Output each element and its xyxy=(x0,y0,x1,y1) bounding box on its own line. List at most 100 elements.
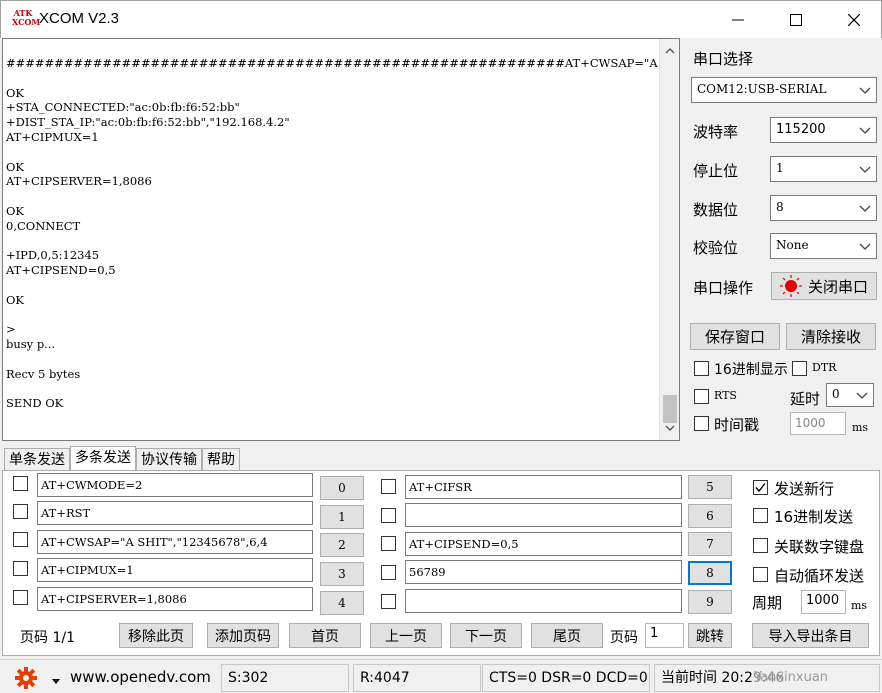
baud-value: 115200 xyxy=(776,122,826,137)
send-row-button[interactable]: 0 xyxy=(320,476,364,500)
prev-page-button[interactable]: 上一页 xyxy=(370,623,442,648)
receive-area[interactable]: ########################################… xyxy=(2,38,680,441)
scroll-up-icon[interactable] xyxy=(660,42,679,60)
row-checkbox[interactable] xyxy=(381,594,396,609)
maximize-button[interactable] xyxy=(767,1,825,39)
send-row-button[interactable]: 9 xyxy=(688,590,732,614)
hex-display-label: 16进制显示 xyxy=(714,362,788,378)
send-row-input[interactable]: AT+CIPSEND=0,5 xyxy=(405,532,682,556)
hex-send-checkbox[interactable] xyxy=(753,508,768,523)
row-checkbox[interactable] xyxy=(381,479,396,494)
row-checkbox[interactable] xyxy=(381,508,396,523)
rts-checkbox[interactable] xyxy=(694,389,709,404)
row-checkbox[interactable] xyxy=(13,590,28,605)
period-input[interactable]: 1000 xyxy=(801,590,846,614)
send-row-input[interactable]: AT+CIPMUX=1 xyxy=(37,558,313,582)
send-row-input[interactable]: AT+CIFSR xyxy=(405,475,682,499)
delay-select[interactable]: 0 xyxy=(826,383,874,407)
next-page-button[interactable]: 下一页 xyxy=(450,623,522,648)
send-row-button[interactable]: 7 xyxy=(688,532,732,556)
send-row-input[interactable]: AT+CIPSERVER=1,8086 xyxy=(37,587,313,611)
baud-label: 波特率 xyxy=(693,123,739,141)
chevron-down-icon xyxy=(859,166,871,173)
send-row-button[interactable]: 2 xyxy=(320,533,364,557)
row-checkbox[interactable] xyxy=(13,476,28,491)
row-checkbox[interactable] xyxy=(13,561,28,576)
send-row-input[interactable] xyxy=(405,589,682,613)
send-newline-checkbox[interactable] xyxy=(753,480,768,495)
title-bar: ATK XCOM XCOM V2.3 xyxy=(0,0,882,38)
last-page-button[interactable]: 尾页 xyxy=(531,623,603,648)
row-checkbox[interactable] xyxy=(13,504,28,519)
parity-select[interactable]: None xyxy=(770,233,877,259)
port-value: COM12:USB-SERIAL xyxy=(697,82,827,96)
save-window-button[interactable]: 保存窗口 xyxy=(690,323,780,350)
send-row-button[interactable]: 5 xyxy=(688,475,732,499)
tab-help[interactable]: 帮助 xyxy=(202,448,240,472)
port-select[interactable]: COM12:USB-SERIAL xyxy=(691,77,877,103)
stopbits-select[interactable]: 1 xyxy=(770,156,877,182)
send-row-input[interactable]: AT+CWSAP="A SHIT","12345678",6,4 xyxy=(37,530,313,554)
window-title: XCOM V2.3 xyxy=(39,10,120,27)
add-page-button[interactable]: 添加页码 xyxy=(207,623,279,648)
send-row-input[interactable]: AT+CWMODE=2 xyxy=(37,473,313,497)
clear-receive-button[interactable]: 清除接收 xyxy=(786,323,876,350)
receive-scrollbar[interactable] xyxy=(659,39,679,440)
stopbits-label: 停止位 xyxy=(693,162,739,180)
port-select-label: 串口选择 xyxy=(693,50,754,68)
chevron-down-icon xyxy=(859,205,871,212)
parity-label: 校验位 xyxy=(693,239,739,257)
send-row-input[interactable]: AT+RST xyxy=(37,501,313,525)
import-export-button[interactable]: 导入导出条目 xyxy=(752,623,869,648)
send-row-button[interactable]: 3 xyxy=(320,562,364,586)
first-page-button[interactable]: 首页 xyxy=(289,623,361,648)
led-icon xyxy=(779,275,802,297)
send-row-button[interactable]: 6 xyxy=(688,504,732,528)
page-input[interactable]: 1 xyxy=(645,623,684,648)
databits-select[interactable]: 8 xyxy=(770,195,877,221)
status-bar: www.openedv.com S:302 R:4047 CTS=0 DSR=0… xyxy=(0,659,882,693)
hex-display-checkbox[interactable] xyxy=(694,361,709,376)
dropdown-arrow-icon[interactable] xyxy=(52,672,60,688)
numpad-checkbox[interactable] xyxy=(753,538,768,553)
row-checkbox[interactable] xyxy=(381,565,396,580)
scroll-down-icon[interactable] xyxy=(660,419,679,437)
checkmark-icon xyxy=(755,483,766,493)
send-row-button[interactable]: 8 xyxy=(688,561,732,585)
row-checkbox[interactable] xyxy=(13,532,28,547)
maximize-icon xyxy=(790,14,802,26)
delay-label: 延时 xyxy=(790,390,821,408)
hex-send-label: 16进制发送 xyxy=(774,508,854,526)
timestamp-checkbox[interactable] xyxy=(694,416,709,431)
send-tabs: 单条发送 多条发送 协议传输 帮助 xyxy=(4,446,240,472)
app-logo: ATK XCOM xyxy=(12,8,41,27)
chevron-down-icon xyxy=(859,127,871,134)
receive-text: ########################################… xyxy=(6,56,679,411)
dtr-checkbox[interactable] xyxy=(792,361,807,376)
close-button[interactable] xyxy=(825,1,882,39)
tab-multi-send[interactable]: 多条发送 xyxy=(70,446,136,472)
jump-button[interactable]: 跳转 xyxy=(688,623,732,648)
sent-count: S:302 xyxy=(221,664,349,692)
received-count: R:4047 xyxy=(353,664,481,692)
remove-page-button[interactable]: 移除此页 xyxy=(119,623,193,648)
auto-loop-checkbox[interactable] xyxy=(753,567,768,582)
send-row-button[interactable]: 1 xyxy=(320,505,364,529)
multi-send-panel: AT+CWMODE=2 0 AT+RST 1 AT+CWSAP="A SHIT"… xyxy=(2,470,880,656)
send-row-button[interactable]: 4 xyxy=(320,591,364,615)
tab-single-send[interactable]: 单条发送 xyxy=(4,448,70,472)
baud-select[interactable]: 115200 xyxy=(770,117,877,143)
close-icon xyxy=(848,14,860,26)
signal-status: CTS=0 DSR=0 DCD=0 xyxy=(482,664,650,692)
parity-value: None xyxy=(776,238,809,252)
website-link[interactable]: www.openedv.com xyxy=(64,664,217,692)
close-port-button[interactable]: 关闭串口 xyxy=(771,272,877,300)
tab-protocol[interactable]: 协议传输 xyxy=(136,448,202,472)
send-row-input[interactable] xyxy=(405,503,682,527)
settings-gear-icon[interactable] xyxy=(14,666,38,693)
watermark-text: Yanxinxuan xyxy=(754,670,829,685)
minimize-button[interactable] xyxy=(709,1,767,39)
timestamp-input[interactable]: 1000 xyxy=(790,412,846,435)
send-row-input[interactable]: 56789 xyxy=(405,560,682,584)
row-checkbox[interactable] xyxy=(381,536,396,551)
